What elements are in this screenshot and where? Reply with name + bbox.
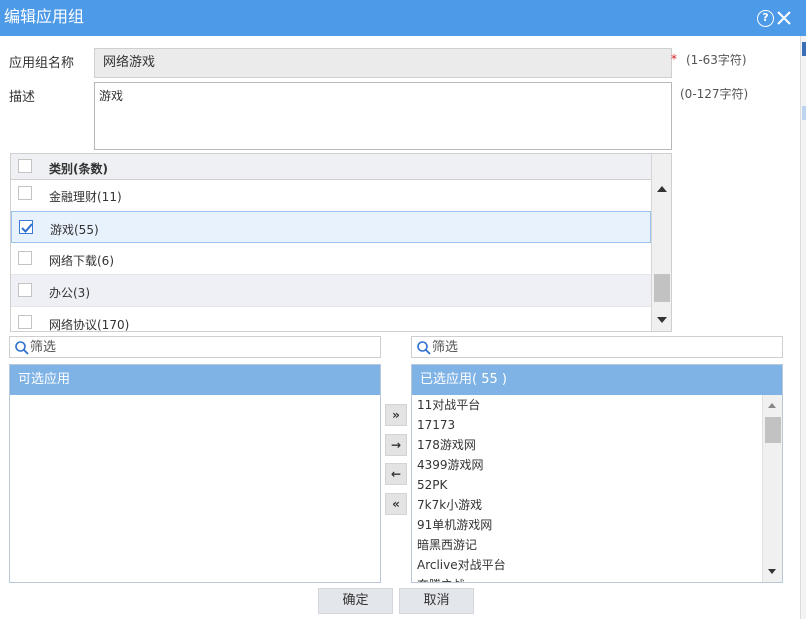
scroll-thumb[interactable] — [654, 274, 670, 302]
list-item[interactable]: 91单机游戏网 — [412, 515, 762, 535]
category-checkbox[interactable] — [19, 220, 33, 234]
background-window-edge — [800, 36, 806, 619]
remove-button[interactable]: ← — [385, 463, 407, 485]
required-mark: * — [671, 52, 677, 66]
category-label: 游戏(55) — [50, 223, 99, 237]
selected-filter[interactable] — [411, 336, 783, 358]
category-label: 网络协议(170) — [49, 318, 130, 332]
category-scrollbar[interactable] — [651, 154, 671, 331]
list-item[interactable]: 暗黑西游记 — [412, 535, 762, 555]
add-all-button[interactable]: » — [385, 404, 407, 426]
scroll-up-arrow-icon[interactable] — [657, 186, 667, 192]
category-row[interactable]: 网络协议(170) — [11, 307, 651, 332]
add-button[interactable]: → — [385, 434, 407, 456]
list-item[interactable]: 4399游戏网 — [412, 455, 762, 475]
category-label: 网络下载(6) — [49, 254, 114, 268]
search-icon — [416, 340, 432, 356]
selected-apps-list: 11对战平台 17173 178游戏网 4399游戏网 52PK 7k7k小游戏… — [412, 395, 762, 582]
category-row[interactable]: 办公(3) — [11, 275, 651, 307]
category-checkbox[interactable] — [18, 251, 32, 265]
list-item[interactable]: 11对战平台 — [412, 395, 762, 415]
list-item[interactable]: 7k7k小游戏 — [412, 495, 762, 515]
category-row[interactable]: 游戏(55) — [11, 211, 651, 243]
category-row[interactable]: 金融理财(11) — [11, 180, 651, 212]
list-item[interactable]: 178游戏网 — [412, 435, 762, 455]
category-row[interactable]: 网络下载(6) — [11, 243, 651, 275]
list-item[interactable]: 52PK — [412, 475, 762, 495]
category-column-header: 类别(条数) — [49, 162, 108, 176]
list-item[interactable]: 奔腾之战 — [412, 575, 762, 582]
desc-hint: (0-127字符) — [680, 87, 749, 101]
select-all-checkbox[interactable] — [18, 159, 32, 173]
cancel-button[interactable]: 取消 — [399, 588, 474, 614]
help-icon[interactable]: ? — [757, 10, 774, 27]
selected-apps-header: 已选应用( 55 ) — [412, 365, 782, 395]
description-textarea[interactable]: 游戏 — [94, 82, 672, 150]
name-hint: (1-63字符) — [686, 53, 747, 67]
category-checkbox[interactable] — [18, 315, 32, 329]
ok-button[interactable]: 确定 — [318, 588, 393, 614]
category-label: 办公(3) — [49, 286, 90, 300]
name-label: 应用组名称 — [9, 56, 75, 71]
scroll-thumb[interactable] — [765, 417, 781, 443]
category-checkbox[interactable] — [18, 283, 32, 297]
category-grid: 类别(条数) 金融理财(11) 游戏(55) 网络下载(6) 办公(3) 网络协… — [10, 153, 672, 332]
selected-scrollbar[interactable] — [762, 395, 782, 582]
scroll-down-arrow-icon[interactable] — [768, 569, 776, 574]
scroll-down-arrow-icon[interactable] — [657, 317, 667, 323]
search-icon — [14, 340, 30, 356]
desc-label: 描述 — [9, 90, 36, 105]
group-name-input[interactable]: 网络游戏 — [94, 48, 672, 78]
close-icon[interactable] — [775, 9, 793, 27]
available-filter[interactable] — [9, 336, 381, 358]
scroll-up-arrow-icon[interactable] — [768, 403, 776, 408]
list-item[interactable]: Arclive对战平台 — [412, 555, 762, 575]
background-edge-mark — [802, 42, 806, 56]
selected-filter-input[interactable] — [432, 338, 732, 356]
available-apps-panel: 可选应用 — [9, 364, 381, 583]
category-checkbox[interactable] — [18, 186, 32, 200]
category-label: 金融理财(11) — [49, 190, 122, 204]
category-grid-header: 类别(条数) — [11, 154, 651, 180]
background-edge-mark-2 — [802, 106, 806, 120]
remove-all-button[interactable]: « — [385, 493, 407, 515]
list-item[interactable]: 17173 — [412, 415, 762, 435]
dialog-titlebar: 编辑应用组 ? — [0, 0, 806, 36]
dialog-title: 编辑应用组 — [4, 7, 85, 26]
available-filter-input[interactable] — [30, 338, 330, 356]
available-apps-header: 可选应用 — [10, 365, 380, 395]
selected-apps-panel: 已选应用( 55 ) 11对战平台 17173 178游戏网 4399游戏网 5… — [411, 364, 783, 583]
